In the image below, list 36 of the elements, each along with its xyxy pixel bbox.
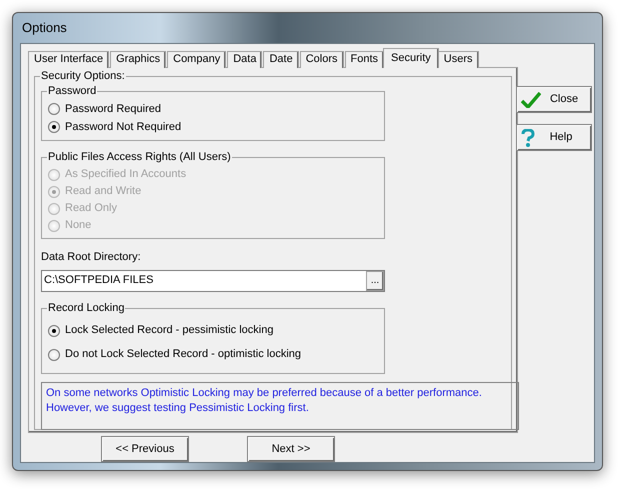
radio-label: Read Only [65,201,117,216]
side-button[interactable]: Close [516,86,592,113]
radio-button[interactable] [48,324,60,336]
radio-button[interactable] [48,121,60,133]
radio-label: Do not Lock Selected Record - optimistic locking [65,347,301,362]
side-button[interactable]: Help [516,124,592,151]
radio-label: None [65,218,92,234]
question-icon [521,128,535,146]
group-title: Security Options: [40,70,126,83]
window-title: Options [21,19,68,37]
check-icon [521,92,541,108]
tab[interactable]: Security [383,48,439,68]
radio-label: Lock Selected Record - pessimistic locking [65,323,274,338]
tab[interactable]: Graphics [110,51,166,68]
tab[interactable]: Fonts [344,51,384,68]
tab[interactable]: Users [438,51,478,68]
radio-label: Password Not Required [65,120,182,135]
radio-label: Read and Write [65,184,142,200]
tab[interactable]: Data [227,51,262,68]
tab[interactable]: Company [167,51,226,68]
tab[interactable]: Date [263,51,299,68]
group-title: Public Files Access Rights (All Users) [47,151,232,164]
group-title: Record Locking [47,302,126,314]
nav-button[interactable]: Next >> [247,436,335,462]
radio-label: Password Required [65,102,161,117]
tab[interactable]: User Interface [28,51,110,68]
browse-button[interactable]: ... [366,270,384,290]
field-value: C:\SOFTPEDIA FILES [44,273,154,288]
field-label: Data Root Directory: [41,250,142,265]
info-text: On some networks Optimistic Locking may be preferred because of a better performance. However, we suggest testing Pessimistic Locking first. [41,382,519,430]
tab[interactable]: Colors [300,51,344,68]
nav-button[interactable]: << Previous [101,436,189,462]
text-field[interactable]: C:\SOFTPEDIA FILES ... [41,270,385,292]
radio-button[interactable] [48,103,60,115]
radio-label: As Specified In Accounts [65,167,186,182]
radio-button[interactable] [48,348,60,360]
